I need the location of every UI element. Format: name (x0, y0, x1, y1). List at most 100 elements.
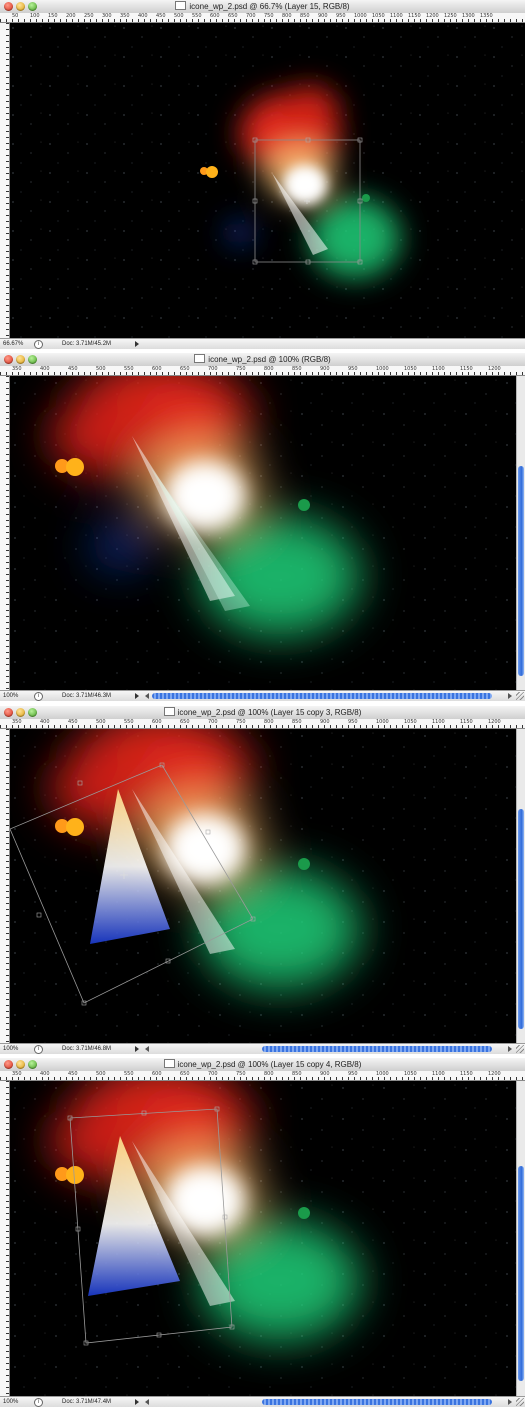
info-icon[interactable]: i (34, 1045, 43, 1054)
document-icon (163, 707, 175, 716)
ruler-tick: 1200 (488, 366, 501, 372)
ruler-tick: 400 (40, 1071, 50, 1077)
title-bar[interactable]: icone_wp_2.psd @ 66.7% (Layer 15, RGB/8) (0, 0, 525, 14)
resize-grip-icon[interactable] (516, 692, 524, 700)
ruler-tick: 900 (318, 13, 328, 19)
ruler-tick: 1000 (376, 1071, 389, 1077)
vertical-scrollbar[interactable] (516, 729, 525, 1043)
zoom-field[interactable]: 100% (3, 1044, 18, 1054)
ruler-tick: 250 (84, 13, 94, 19)
ruler-tick: 600 (152, 366, 162, 372)
document-icon (175, 1, 187, 10)
ruler-tick: 1000 (354, 13, 367, 19)
info-icon[interactable]: i (34, 692, 43, 701)
ruler-tick: 1050 (404, 719, 417, 725)
zoom-field[interactable]: 100% (3, 691, 18, 701)
ruler-tick: 1300 (462, 13, 475, 19)
window-title: icone_wp_2.psd @ 66.7% (Layer 15, RGB/8) (189, 2, 350, 11)
vertical-ruler[interactable] (0, 729, 10, 1043)
status-menu-arrow-icon[interactable] (135, 341, 139, 347)
resize-grip-icon[interactable] (516, 1398, 524, 1406)
ruler-tick: 850 (292, 366, 302, 372)
scroll-right-arrow-icon[interactable] (508, 1399, 512, 1405)
ruler-tick: 800 (264, 719, 274, 725)
vertical-ruler[interactable] (0, 376, 10, 690)
vertical-ruler[interactable] (0, 1081, 10, 1396)
ruler-tick: 650 (180, 366, 190, 372)
horizontal-scroll-thumb[interactable] (262, 1046, 492, 1052)
image-canvas[interactable] (10, 23, 525, 339)
zoom-field[interactable]: 66.67% (3, 339, 23, 349)
ruler-tick: 900 (320, 719, 330, 725)
ruler-tick: 800 (282, 13, 292, 19)
ruler-tick: 600 (210, 13, 220, 19)
status-menu-arrow-icon[interactable] (135, 1399, 139, 1405)
scroll-right-arrow-icon[interactable] (508, 1046, 512, 1052)
window-title: icone_wp_2.psd @ 100% (Layer 15 copy 4, … (177, 1060, 362, 1069)
resize-grip-icon[interactable] (516, 1045, 524, 1053)
scroll-right-arrow-icon[interactable] (508, 693, 512, 699)
ruler-tick: 700 (246, 13, 256, 19)
horizontal-scroll-thumb[interactable] (152, 693, 492, 699)
ruler-tick: 1150 (460, 366, 473, 372)
title-bar[interactable]: icone_wp_2.psd @ 100% (Layer 15 copy 4, … (0, 1058, 525, 1072)
ruler-tick: 350 (120, 13, 130, 19)
ruler-tick: 650 (180, 1071, 190, 1077)
ruler-tick: 1200 (488, 1071, 501, 1077)
info-icon[interactable]: i (34, 340, 43, 349)
horizontal-ruler[interactable]: 350 400 450 500 550 600 650 700 750 800 … (0, 366, 525, 376)
ruler-tick: 1100 (432, 366, 445, 372)
ruler-tick: 600 (152, 719, 162, 725)
ruler-tick: 400 (40, 366, 50, 372)
image-canvas[interactable] (10, 376, 516, 690)
ruler-tick: 500 (96, 719, 106, 725)
ruler-tick: 300 (102, 13, 112, 19)
ruler-tick: 600 (152, 1071, 162, 1077)
scroll-left-arrow-icon[interactable] (145, 1046, 149, 1052)
ruler-tick: 1150 (460, 1071, 473, 1077)
zoom-field[interactable]: 100% (3, 1397, 18, 1407)
horizontal-scroll-thumb[interactable] (262, 1399, 492, 1405)
ruler-tick: 900 (320, 1071, 330, 1077)
title-bar[interactable]: icone_wp_2.psd @ 100% (Layer 15 copy 3, … (0, 706, 525, 720)
status-menu-arrow-icon[interactable] (135, 1046, 139, 1052)
ruler-tick: 750 (236, 1071, 246, 1077)
ruler-tick: 700 (208, 719, 218, 725)
nebula-artwork (10, 376, 516, 690)
vertical-scroll-thumb[interactable] (518, 466, 524, 676)
horizontal-ruler[interactable]: 350 400 450 500 550 600 650 700 750 800 … (0, 719, 525, 729)
status-menu-arrow-icon[interactable] (135, 693, 139, 699)
title-bar[interactable]: icone_wp_2.psd @ 100% (RGB/8) (0, 353, 525, 367)
ruler-tick: 1050 (372, 13, 385, 19)
nebula-artwork (10, 729, 516, 1043)
ruler-tick: 1100 (432, 719, 445, 725)
doc-size: Doc: 3.71M/46.3M (62, 693, 112, 699)
ruler-tick: 800 (264, 1071, 274, 1077)
ruler-tick: 350 (12, 719, 22, 725)
scroll-left-arrow-icon[interactable] (145, 1399, 149, 1405)
horizontal-ruler[interactable]: 350 400 450 500 550 600 650 700 750 800 … (0, 1071, 525, 1081)
ruler-tick: 1000 (376, 366, 389, 372)
vertical-scroll-thumb[interactable] (518, 1166, 524, 1381)
scroll-left-arrow-icon[interactable] (145, 693, 149, 699)
ruler-tick: 650 (228, 13, 238, 19)
document-icon (163, 1059, 175, 1068)
vertical-scrollbar[interactable] (516, 376, 525, 690)
info-icon[interactable]: i (34, 1398, 43, 1407)
ruler-tick: 550 (192, 13, 202, 19)
vertical-scroll-thumb[interactable] (518, 809, 524, 1029)
ruler-tick: 500 (96, 366, 106, 372)
document-window-4: icone_wp_2.psd @ 100% (Layer 15 copy 4, … (0, 1058, 525, 1407)
image-canvas[interactable] (10, 729, 516, 1043)
document-window-3: icone_wp_2.psd @ 100% (Layer 15 copy 3, … (0, 706, 525, 1054)
horizontal-ruler[interactable]: 50 100 150 200 250 300 350 400 450 500 5… (0, 13, 525, 23)
image-canvas[interactable] (10, 1081, 516, 1396)
vertical-scrollbar[interactable] (516, 1081, 525, 1396)
ruler-tick: 1150 (408, 13, 421, 19)
vertical-ruler[interactable] (0, 23, 10, 339)
ruler-tick: 400 (138, 13, 148, 19)
ruler-tick: 900 (320, 366, 330, 372)
document-window-1: icone_wp_2.psd @ 66.7% (Layer 15, RGB/8)… (0, 0, 525, 349)
nebula-artwork (10, 1081, 516, 1396)
ruler-tick: 350 (12, 366, 22, 372)
